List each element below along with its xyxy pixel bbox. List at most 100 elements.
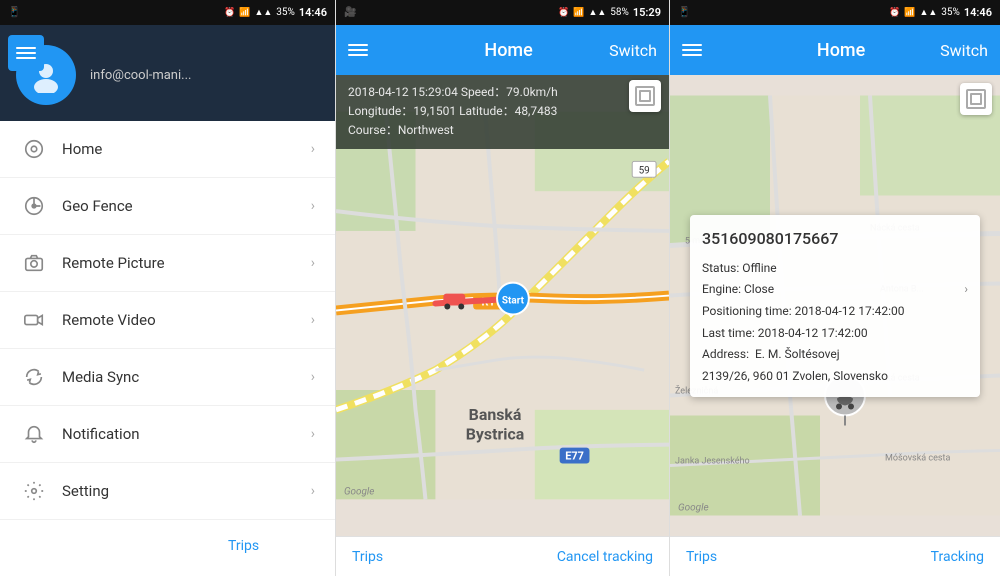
status-bar-right: ⏰ 📶 ▲▲ 35% 14:46 bbox=[224, 6, 327, 19]
menu-list: Home › Geo Fence › Remot bbox=[0, 121, 335, 576]
tracking-link[interactable]: Tracking bbox=[931, 549, 984, 565]
video-cam-icon: 🎥 bbox=[344, 7, 356, 18]
positioning-label: Positioning time: bbox=[702, 301, 792, 323]
trip-info-overlay: 2018-04-12 15:29:04 Speed：79.0km/h Longi… bbox=[336, 75, 669, 149]
screenshot-icon-3 bbox=[966, 89, 986, 109]
remote-video-label: Remote Video bbox=[62, 311, 311, 329]
alarm-icon: ⏰ bbox=[224, 8, 235, 18]
cancel-tracking-link[interactable]: Cancel tracking bbox=[557, 549, 653, 565]
switch-btn-2[interactable]: Switch bbox=[609, 41, 657, 60]
alarm-icon-3: ⏰ bbox=[889, 8, 900, 18]
remote-picture-label: Remote Picture bbox=[62, 254, 311, 272]
engine-label: Engine: bbox=[702, 279, 741, 301]
svg-text:Móšovská cesta: Móšovská cesta bbox=[885, 454, 950, 464]
status-bar-3: 📱 ⏰ 📶 ▲▲ 35% 14:46 bbox=[670, 0, 1000, 25]
geo-fence-chevron: › bbox=[311, 198, 315, 214]
wifi-icon-2: 📶 bbox=[573, 8, 584, 18]
tracker-engine-row[interactable]: Engine: Close › bbox=[702, 279, 968, 301]
remote-picture-chevron: › bbox=[311, 255, 315, 271]
svg-text:Banská: Banská bbox=[469, 405, 522, 424]
svg-text:Google: Google bbox=[344, 486, 374, 497]
tracker-address-row: Address: E. M. Šoltésovej2139/26, 960 01… bbox=[702, 344, 968, 387]
home-chevron: › bbox=[311, 141, 315, 157]
status-bar-left: 📱 bbox=[8, 7, 20, 18]
media-sync-label: Media Sync bbox=[62, 368, 311, 386]
svg-text:Janka Jesenského: Janka Jesenského bbox=[675, 457, 750, 467]
time-3: 14:46 bbox=[964, 6, 992, 19]
trips-link-3[interactable]: Trips bbox=[686, 549, 717, 565]
trip-info-line2: Longitude：19,1501 Latitude：48,7483 bbox=[348, 102, 657, 121]
app-bar-3: Home Switch bbox=[670, 25, 1000, 75]
home-label: Home bbox=[62, 140, 311, 158]
signal-icon-3: ▲▲ bbox=[919, 7, 937, 18]
time-2: 15:29 bbox=[633, 6, 661, 19]
app-bar-2: Home Switch bbox=[336, 25, 669, 75]
alarm-icon-2: ⏰ bbox=[558, 8, 569, 18]
camera-icon bbox=[20, 249, 48, 277]
media-sync-chevron: › bbox=[311, 369, 315, 385]
last-time-value: 2018-04-12 17:42:00 bbox=[758, 323, 868, 345]
bottom-bar-3: Trips Tracking bbox=[670, 536, 1000, 576]
trip-info-line3: Course：Northwest bbox=[348, 121, 657, 140]
status-value: Offline bbox=[742, 258, 776, 280]
screenshot-btn-2[interactable] bbox=[629, 80, 661, 112]
tracker-positioning-row: Positioning time: 2018-04-12 17:42:00 bbox=[702, 301, 968, 323]
settings-icon bbox=[20, 477, 48, 505]
wifi-icon: 📶 bbox=[239, 8, 250, 18]
battery-text-1: 35% bbox=[276, 7, 295, 18]
screenshot-icon-2 bbox=[635, 86, 655, 106]
battery-text-3: 35% bbox=[941, 7, 960, 18]
sidebar-item-home[interactable]: Home › bbox=[0, 121, 335, 178]
phone-icon-3: 📱 bbox=[678, 7, 690, 18]
hamburger-icon bbox=[16, 47, 36, 59]
sidebar-item-geo-fence[interactable]: Geo Fence › bbox=[0, 178, 335, 235]
hamburger-btn-3[interactable] bbox=[682, 44, 702, 56]
panel-tracker-map: 📱 ⏰ 📶 ▲▲ 35% 14:46 Home Switch bbox=[670, 0, 1000, 576]
hamburger-highlight[interactable] bbox=[8, 35, 44, 71]
tracker-popup: 351609080175667 Status: Offline Engine: … bbox=[690, 215, 980, 397]
notification-chevron: › bbox=[311, 426, 315, 442]
trips-link-2[interactable]: Trips bbox=[352, 549, 383, 565]
tracker-id: 351609080175667 bbox=[702, 225, 968, 254]
sidebar-item-remote-video[interactable]: Remote Video › bbox=[0, 292, 335, 349]
tracker-last-time-row: Last time: 2018-04-12 17:42:00 bbox=[702, 323, 968, 345]
app-title-2: Home bbox=[378, 40, 639, 61]
setting-label: Setting bbox=[62, 482, 311, 500]
positioning-value: 2018-04-12 17:42:00 bbox=[795, 301, 905, 323]
home-icon bbox=[20, 135, 48, 163]
engine-value: Close bbox=[744, 279, 774, 301]
status-bar-2: 🎥 ⏰ 📶 ▲▲ 58% 15:29 bbox=[336, 0, 669, 25]
trips-link-panel1[interactable]: Trips bbox=[220, 535, 267, 554]
video-icon bbox=[20, 306, 48, 334]
notification-icon bbox=[20, 420, 48, 448]
panel-trip-map: 🎥 ⏰ 📶 ▲▲ 58% 15:29 Home Switch 2018-04-1… bbox=[335, 0, 670, 576]
sync-icon bbox=[20, 363, 48, 391]
bottom-bar-2: Trips Cancel tracking bbox=[336, 536, 669, 576]
svg-text:Start: Start bbox=[502, 296, 525, 307]
hamburger-btn-2[interactable] bbox=[348, 44, 368, 56]
trips-label-1: Trips bbox=[220, 536, 267, 556]
tracker-status-row: Status: Offline bbox=[702, 258, 968, 280]
sidebar-item-media-sync[interactable]: Media Sync › bbox=[0, 349, 335, 406]
setting-chevron: › bbox=[311, 483, 315, 499]
profile-area: info@cool-mani... bbox=[0, 25, 335, 121]
time-1: 14:46 bbox=[299, 6, 327, 19]
remote-video-chevron: › bbox=[311, 312, 315, 328]
geo-fence-icon bbox=[20, 192, 48, 220]
phone-icon: 📱 bbox=[8, 7, 20, 18]
screenshot-btn-3[interactable] bbox=[960, 83, 992, 115]
sidebar-item-setting[interactable]: Setting › bbox=[0, 463, 335, 520]
switch-btn-3[interactable]: Switch bbox=[940, 41, 988, 60]
app-title-3: Home bbox=[712, 40, 970, 61]
svg-text:59: 59 bbox=[639, 165, 650, 176]
status-label: Status: bbox=[702, 258, 739, 280]
profile-email: info@cool-mani... bbox=[90, 68, 191, 83]
sidebar-item-remote-picture[interactable]: Remote Picture › bbox=[0, 235, 335, 292]
wifi-icon-3: 📶 bbox=[904, 8, 915, 18]
geo-fence-label: Geo Fence bbox=[62, 197, 311, 215]
trip-info-line1: 2018-04-12 15:29:04 Speed：79.0km/h bbox=[348, 83, 657, 102]
svg-text:E77: E77 bbox=[565, 450, 584, 463]
map-area-3: 5 mája Nácká cesta Nácká cesta Železničn… bbox=[670, 75, 1000, 536]
sidebar-item-notification[interactable]: Notification › bbox=[0, 406, 335, 463]
address-label: Address: bbox=[702, 347, 749, 361]
